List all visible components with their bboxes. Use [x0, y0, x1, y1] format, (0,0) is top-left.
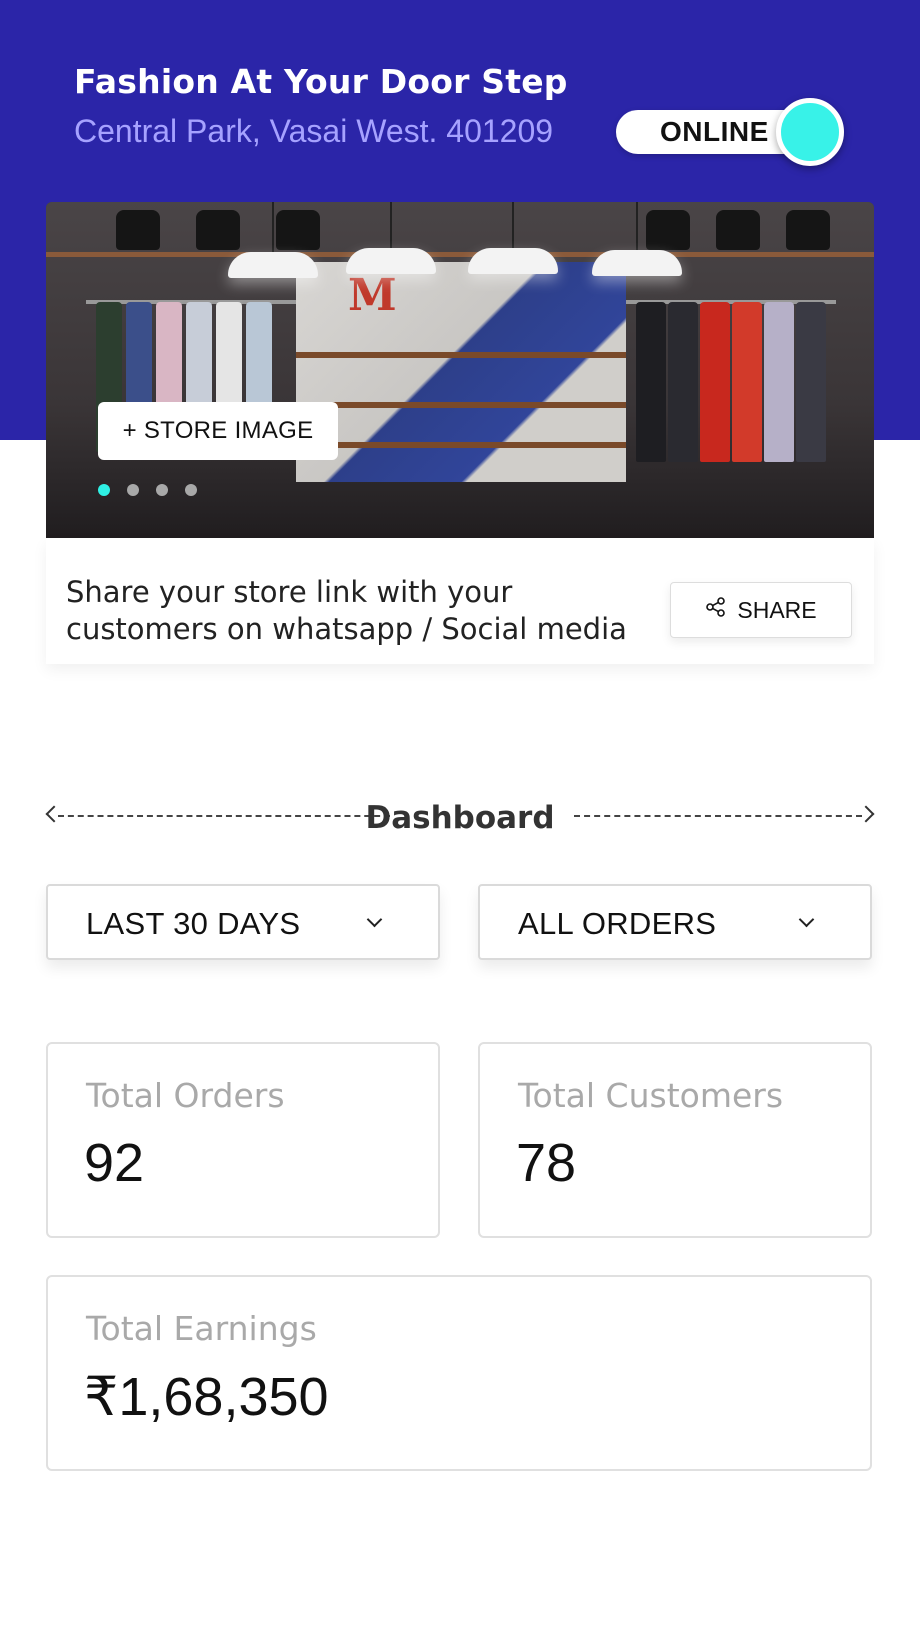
total-earnings-card[interactable]: Total Earnings ₹1,68,350	[46, 1275, 872, 1471]
carousel-indicators	[98, 484, 197, 496]
carousel-dot[interactable]	[185, 484, 197, 496]
period-filter-dropdown[interactable]: LAST 30 DAYS	[46, 884, 440, 960]
total-earnings-value: ₹1,68,350	[84, 1367, 329, 1427]
carousel-dot[interactable]	[98, 484, 110, 496]
share-icon	[705, 596, 727, 624]
toggle-knob[interactable]	[776, 98, 844, 166]
add-store-image-button[interactable]: + STORE IMAGE	[98, 402, 338, 460]
store-address: Central Park, Vasai West. 401209	[74, 113, 554, 149]
orders-filter-dropdown[interactable]: ALL ORDERS	[478, 884, 872, 960]
share-text-line: Share your store link with your	[66, 575, 513, 609]
share-button-label: SHARE	[737, 596, 817, 623]
period-filter-value: LAST 30 DAYS	[86, 906, 301, 941]
total-orders-value: 92	[84, 1133, 145, 1193]
dashboard-divider: Dashboard	[44, 800, 876, 836]
toggle-label: ONLINE	[660, 116, 769, 147]
share-description: Share your store link with your customer…	[66, 574, 646, 648]
share-button[interactable]: SHARE	[670, 582, 852, 638]
total-customers-label: Total Customers	[518, 1076, 784, 1115]
total-customers-value: 78	[516, 1133, 577, 1193]
orders-filter-value: ALL ORDERS	[518, 906, 717, 941]
carousel-dot[interactable]	[156, 484, 168, 496]
total-earnings-label: Total Earnings	[86, 1309, 317, 1348]
store-name: Fashion At Your Door Step	[74, 62, 568, 101]
chevron-down-icon	[366, 911, 383, 928]
store-dashboard-screen: Fashion At Your Door Step Central Park, …	[0, 0, 920, 1638]
total-orders-label: Total Orders	[86, 1076, 285, 1115]
total-customers-card[interactable]: Total Customers 78	[478, 1042, 872, 1238]
chevron-down-icon	[798, 911, 815, 928]
share-text-line: customers on whatsapp / Social media	[66, 612, 627, 646]
dashboard-title: Dashboard	[365, 800, 555, 836]
total-orders-card[interactable]: Total Orders 92	[46, 1042, 440, 1238]
carousel-dot[interactable]	[127, 484, 139, 496]
